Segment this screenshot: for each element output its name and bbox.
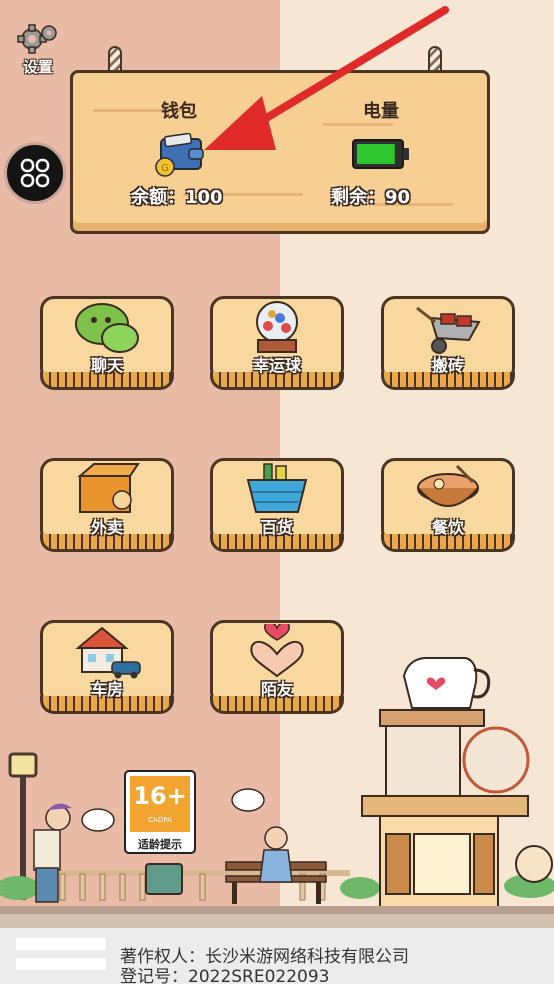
food-bowl-icon xyxy=(417,464,479,507)
wheelbarrow-icon xyxy=(416,306,481,354)
app-tile-general-store[interactable]: 百货 xyxy=(210,458,344,552)
footer-placeholder-bar xyxy=(16,958,106,970)
chat-icon xyxy=(75,303,139,353)
gear-icon xyxy=(17,24,57,54)
app-tile-chat[interactable]: 聊天 xyxy=(40,296,174,390)
app-tile-label: 百货 xyxy=(260,518,293,537)
app-tile-label: 聊天 xyxy=(90,356,123,375)
settings-label: 设置 xyxy=(22,58,53,76)
delivery-box-icon xyxy=(77,463,140,513)
app-tile-label: 搬砖 xyxy=(431,356,464,375)
battery-remaining: 剩余：90 xyxy=(331,187,411,208)
age-rating-tip: 适龄提示 xyxy=(138,838,182,851)
app-tile-label: 幸运球 xyxy=(252,356,301,375)
footer-placeholder-bar xyxy=(16,938,106,950)
age-rating-badge[interactable]: 16+ CADPA 适龄提示 xyxy=(124,770,196,854)
footer: 著作权人：长沙米游网络科技有限公司 登记号：2022SRE022093 xyxy=(0,928,554,987)
age-rating-org: CADPA xyxy=(148,816,172,824)
shopping-basket-icon xyxy=(246,463,308,513)
registration-number: 登记号：2022SRE022093 xyxy=(120,967,330,987)
age-rating-value: 16+ xyxy=(133,782,187,810)
clover-icon xyxy=(20,158,50,188)
wallet-balance: 余额：100 xyxy=(131,187,223,208)
lucky-ball-icon xyxy=(256,301,298,353)
app-tile-label: 外卖 xyxy=(90,518,123,537)
app-tile-label: 餐饮 xyxy=(431,518,464,537)
app-tile-brick[interactable]: 搬砖 xyxy=(381,296,515,390)
street-scene-illustration xyxy=(0,657,554,928)
app-tile-dining[interactable]: 餐饮 xyxy=(381,458,515,552)
svg-text:G: G xyxy=(161,163,169,174)
app-tile-delivery[interactable]: 外卖 xyxy=(40,458,174,552)
pointer-arrow xyxy=(204,6,449,150)
settings-button[interactable]: 设置 xyxy=(12,22,64,78)
floating-menu-button[interactable] xyxy=(4,142,66,204)
app-tile-lucky-ball[interactable]: 幸运球 xyxy=(210,296,344,390)
